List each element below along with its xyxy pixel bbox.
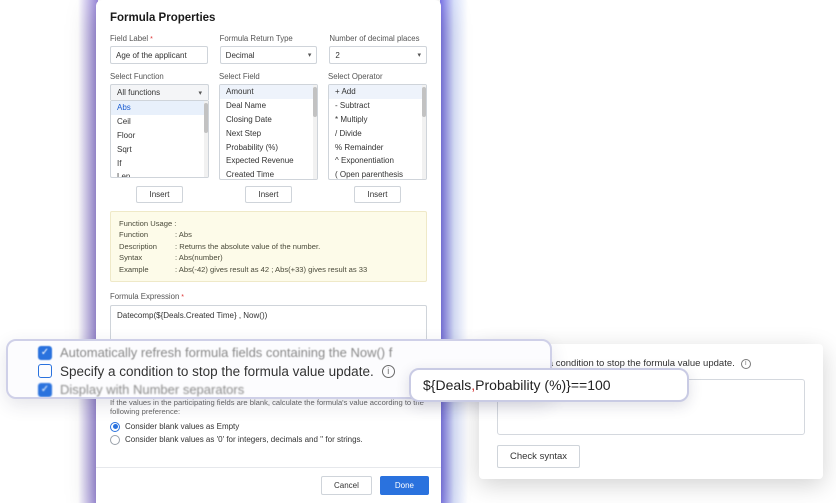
checkbox-icon (38, 383, 52, 397)
callout-line: Display with Number separators (60, 382, 244, 397)
radio-icon (110, 435, 120, 445)
list-item[interactable]: ( Open parenthesis (329, 168, 426, 180)
scrollbar-thumb[interactable] (422, 87, 426, 117)
list-item[interactable]: Expected Revenue (220, 154, 317, 168)
select-function-label: Select Function (110, 72, 209, 81)
list-item[interactable]: - Subtract (329, 99, 426, 113)
list-item[interactable]: / Divide (329, 126, 426, 140)
callout-main-label: Specify a condition to stop the formula … (60, 364, 374, 379)
insert-operator-button[interactable]: Insert (354, 186, 400, 203)
blank-opt-zero[interactable]: Consider blank values as '0' for integer… (110, 435, 427, 445)
list-item[interactable]: Amount (220, 85, 317, 99)
expression-label: Formula Expression (110, 292, 427, 301)
card-title: Formula Properties (110, 12, 427, 24)
return-type-label: Formula Return Type (220, 34, 318, 43)
list-item[interactable]: Len (111, 170, 208, 178)
info-icon[interactable]: i (741, 359, 751, 369)
operator-listbox[interactable]: + Add - Subtract * Multiply / Divide % R… (328, 84, 427, 180)
select-operator-label: Select Operator (328, 72, 427, 81)
done-button[interactable]: Done (380, 476, 429, 495)
list-item[interactable]: * Multiply (329, 113, 426, 127)
list-item[interactable]: % Remainder (329, 140, 426, 154)
list-item[interactable]: Floor (111, 129, 208, 143)
checkbox-icon[interactable] (38, 364, 52, 378)
function-filter-select[interactable]: All functions (110, 84, 209, 100)
info-icon[interactable]: i (382, 365, 395, 378)
list-item[interactable]: Closing Date (220, 113, 317, 127)
field-label-label: Field Label (110, 34, 208, 43)
scrollbar-thumb[interactable] (313, 87, 317, 117)
select-field-label: Select Field (219, 72, 318, 81)
list-item[interactable]: Deal Name (220, 99, 317, 113)
formula-properties-card: Formula Properties Field Label Age of th… (96, 0, 441, 503)
list-item[interactable]: Probability (%) (220, 140, 317, 154)
list-item[interactable]: Ceil (111, 115, 208, 129)
list-item[interactable]: Next Step (220, 126, 317, 140)
cancel-button[interactable]: Cancel (321, 476, 372, 495)
blank-opt-empty[interactable]: Consider blank values as Empty (110, 422, 427, 432)
card-footer: Cancel Done (96, 467, 441, 503)
decimal-places-select[interactable]: 2 (329, 46, 427, 64)
list-item[interactable]: + Add (329, 85, 426, 99)
condition-expression-callout: ${Deals,Probability (%)}==100 (409, 368, 689, 402)
field-label-input[interactable]: Age of the applicant (110, 46, 208, 64)
field-listbox[interactable]: Amount Deal Name Closing Date Next Step … (219, 84, 318, 180)
insert-function-button[interactable]: Insert (136, 186, 182, 203)
scrollbar-thumb[interactable] (204, 103, 208, 133)
function-usage-box: Function Usage : Function: Abs Descripti… (110, 211, 427, 282)
blank-pref-hint: If the values in the participating field… (110, 398, 427, 416)
radio-icon (110, 422, 120, 432)
check-syntax-button-2[interactable]: Check syntax (497, 445, 580, 468)
list-item[interactable]: If (111, 156, 208, 170)
list-item[interactable]: ^ Exponentiation (329, 154, 426, 168)
callout-line: Automatically refresh formula fields con… (60, 345, 392, 360)
function-listbox[interactable]: Abs Ceil Floor Sqrt If Len (110, 100, 209, 178)
decimal-places-label: Number of decimal places (329, 34, 427, 43)
checkbox-icon (38, 346, 52, 360)
list-item[interactable]: Created Time (220, 168, 317, 180)
list-item[interactable]: Sqrt (111, 142, 208, 156)
insert-field-button[interactable]: Insert (245, 186, 291, 203)
list-item[interactable]: Abs (111, 101, 208, 115)
return-type-select[interactable]: Decimal (220, 46, 318, 64)
